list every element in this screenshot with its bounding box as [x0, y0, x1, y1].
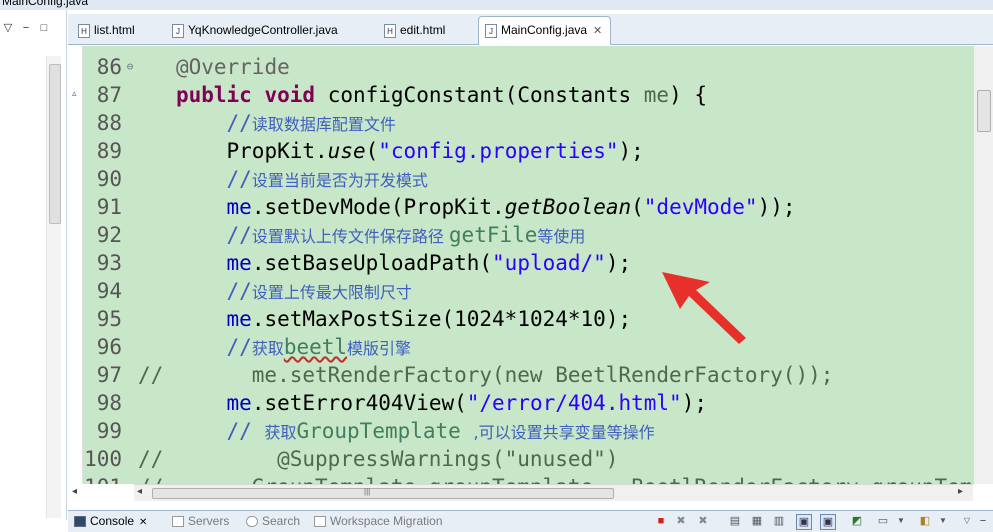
- scrollbar-thumb[interactable]: [49, 64, 61, 224]
- search-icon: [246, 516, 258, 528]
- tab-edit-html[interactable]: Hedit.html: [378, 17, 445, 43]
- display-console-icon[interactable]: ▭: [876, 514, 890, 528]
- code-editor[interactable]: ▵ 86 ⊖ @Override 87 public void configCon…: [70, 46, 973, 484]
- tab-mainconfig-java[interactable]: J MainConfig.java ✕: [478, 16, 612, 45]
- word-wrap-icon[interactable]: ▥: [772, 514, 786, 528]
- tab-label: edit.html: [400, 23, 446, 37]
- code-line-101: 101// GroupTemplate groupTemplate = Beet…: [84, 474, 972, 484]
- close-icon[interactable]: ✕: [139, 517, 147, 528]
- pin-console-icon[interactable]: ◩: [850, 514, 864, 528]
- window-title: MainConfig.java: [2, 0, 89, 8]
- view-menu-icon[interactable]: ▽: [960, 514, 974, 528]
- window-title-strip: MainConfig.java: [0, 0, 993, 10]
- code-line-94: 94 //设置上传最大限制尺寸: [96, 279, 412, 303]
- vertical-scrollbar[interactable]: [973, 46, 993, 484]
- minimize-icon[interactable]: −: [20, 22, 32, 34]
- scroll-lock-icon[interactable]: ▦: [750, 514, 764, 528]
- chevron-down-icon[interactable]: ▼: [936, 514, 950, 528]
- scroll-left-icon[interactable]: ◂: [72, 486, 77, 497]
- code-line-93: 93 me.setBaseUploadPath("upload/");: [96, 251, 632, 275]
- left-panel-scrollbar[interactable]: [46, 56, 61, 518]
- grip-icon: |||: [364, 487, 371, 496]
- tab-servers[interactable]: Servers: [172, 514, 229, 528]
- tab-search[interactable]: Search: [246, 514, 300, 528]
- clear-console-icon[interactable]: ▤: [728, 514, 742, 528]
- java-file-icon: J: [485, 23, 497, 38]
- code-line-89: 89 PropKit.use("config.properties");: [96, 139, 644, 163]
- open-console-icon[interactable]: ◧: [918, 514, 932, 528]
- migration-icon: [314, 516, 326, 528]
- minimize-icon[interactable]: −: [976, 514, 990, 528]
- code-line-95: 95 me.setMaxPostSize(1024*1024*10);: [96, 307, 632, 331]
- code-line-88: 88 //读取数据库配置文件: [96, 111, 396, 135]
- horizontal-scrollbar[interactable]: ◂ ◂ ||| ▸: [72, 484, 973, 501]
- bottom-panel-tabs: Console ✕ Servers Search Workspace Migrat…: [68, 510, 993, 532]
- show-on-error-icon[interactable]: ▣: [820, 514, 836, 530]
- chevron-down-icon[interactable]: ▼: [894, 514, 908, 528]
- tab-yqknowledgecontroller-java[interactable]: J YqKnowledgeController.java: [166, 17, 338, 43]
- code-line-92: 92 //设置默认上传文件保存路径 getFile等使用: [96, 223, 586, 247]
- html-file-icon: H: [384, 23, 396, 38]
- scrollbar-thumb[interactable]: [152, 488, 614, 499]
- tab-list-html[interactable]: Hlist.html: [72, 17, 135, 43]
- scrollbar-thumb[interactable]: [977, 90, 991, 132]
- overview-ruler: ▵: [70, 46, 83, 484]
- code-line-96: 96 //获取beetl模版引擎: [96, 335, 412, 359]
- tab-workspace-migration[interactable]: Workspace Migration: [314, 514, 443, 528]
- code-lines: 86 ⊖ @Override 87 public void configConst…: [84, 54, 972, 484]
- remove-launch-icon[interactable]: ✖: [674, 514, 688, 528]
- tab-console[interactable]: Console ✕: [74, 514, 147, 528]
- tab-label: YqKnowledgeController.java: [188, 23, 338, 37]
- tab-label: list.html: [94, 23, 135, 37]
- tab-label: MainConfig.java: [501, 23, 588, 37]
- code-line-90: 90 //设置当前是否为开发模式: [96, 167, 428, 191]
- remove-all-icon[interactable]: ✖: [696, 514, 710, 528]
- scroll-left-icon[interactable]: ◂: [137, 486, 142, 497]
- scroll-right-icon[interactable]: ▸: [958, 486, 963, 497]
- code-line-100: 100// @SuppressWarnings("unused"): [84, 447, 619, 471]
- close-icon[interactable]: ✕: [593, 18, 602, 44]
- code-line-99: 99 // 获取GroupTemplate ,可以设置共享变量等操作: [96, 419, 655, 443]
- editor-tab-bar: Hlist.html J YqKnowledgeController.java H…: [68, 14, 993, 45]
- fold-collapse-icon[interactable]: ⊖: [122, 54, 138, 80]
- code-line-86: 86 ⊖ @Override: [96, 54, 290, 80]
- java-file-icon: J: [172, 23, 184, 38]
- override-marker-icon[interactable]: ▵: [72, 88, 77, 99]
- view-menu-icon[interactable]: ▽: [2, 22, 14, 34]
- maximize-icon[interactable]: □: [38, 22, 50, 34]
- code-line-97: 97// me.setRenderFactory(new BeetlRender…: [96, 363, 834, 387]
- console-icon: [74, 516, 86, 528]
- servers-icon: [172, 516, 184, 528]
- code-line-91: 91 me.setDevMode(PropKit.getBoolean("dev…: [96, 195, 796, 219]
- code-line-98: 98 me.setError404View("/error/404.html")…: [96, 391, 707, 415]
- show-on-output-icon[interactable]: ▣: [796, 514, 812, 530]
- code-line-87: 87 public void configConstant(Constants …: [96, 83, 707, 107]
- terminate-icon[interactable]: ■: [654, 514, 668, 528]
- html-file-icon: H: [78, 23, 90, 38]
- left-side-panel: ▽ − □: [0, 10, 67, 520]
